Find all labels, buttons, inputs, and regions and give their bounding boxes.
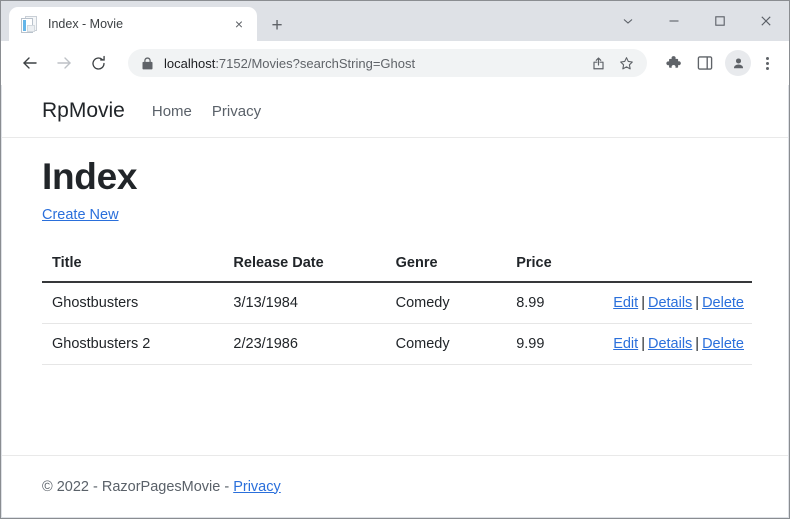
cell-actions: Edit | Details | Delete <box>603 323 752 365</box>
minimize-icon[interactable] <box>651 4 697 38</box>
cell-title: Ghostbusters <box>42 282 224 324</box>
close-icon[interactable]: × <box>229 14 249 34</box>
nav-link-home[interactable]: Home <box>152 103 192 120</box>
table-row: Ghostbusters 3/13/1984 Comedy 8.99 Edit |… <box>42 282 752 324</box>
details-link[interactable]: Details <box>648 336 692 352</box>
table-body: Ghostbusters 3/13/1984 Comedy 8.99 Edit |… <box>42 282 752 365</box>
cell-genre: Comedy <box>385 282 507 324</box>
cell-title: Ghostbusters 2 <box>42 323 224 365</box>
reload-icon[interactable] <box>84 49 112 77</box>
footer-privacy-link[interactable]: Privacy <box>233 479 281 495</box>
forward-arrow-icon[interactable] <box>50 49 78 77</box>
create-new-link[interactable]: Create New <box>42 207 119 223</box>
url-path: :7152/Movies?searchString=Ghost <box>215 55 416 71</box>
movies-table: Title Release Date Genre Price Ghostbust… <box>42 249 752 365</box>
puzzle-piece-icon[interactable] <box>659 49 687 77</box>
column-header-title: Title <box>42 249 224 283</box>
cell-release-date: 3/13/1984 <box>223 282 386 324</box>
new-tab-button[interactable]: + <box>266 14 288 36</box>
cell-genre: Comedy <box>385 323 507 365</box>
url-host: localhost <box>164 55 216 71</box>
table-row: Ghostbusters 2 2/23/1986 Comedy 9.99 Edi… <box>42 323 752 365</box>
edit-link[interactable]: Edit <box>613 336 638 352</box>
action-separator: | <box>695 336 700 352</box>
tab-title: Index - Movie <box>48 17 124 31</box>
address-bar-text: localhost:7152/Movies?searchString=Ghost <box>164 56 583 71</box>
omnibox-actions <box>583 50 639 76</box>
window-controls <box>605 1 789 41</box>
column-header-release-date: Release Date <box>223 249 386 283</box>
table-head: Title Release Date Genre Price <box>42 249 752 283</box>
site-brand[interactable]: RpMovie <box>42 99 125 123</box>
action-separator: | <box>641 336 645 352</box>
lock-icon <box>140 56 154 70</box>
column-header-actions <box>603 249 752 283</box>
page-content: Index Create New Title Release Date Genr… <box>2 138 788 365</box>
action-separator: | <box>641 295 645 311</box>
cell-price: 9.99 <box>506 323 604 365</box>
cell-actions: Edit | Details | Delete <box>603 282 752 324</box>
document-icon <box>21 15 38 33</box>
column-header-price: Price <box>506 249 604 283</box>
column-header-genre: Genre <box>385 249 507 283</box>
side-panel-icon[interactable] <box>691 49 719 77</box>
browser-window: Index - Movie × + localhost:7152/Movies?… <box>0 0 790 519</box>
cell-price: 8.99 <box>506 282 604 324</box>
maximize-icon[interactable] <box>697 4 743 38</box>
delete-link[interactable]: Delete <box>702 295 744 311</box>
delete-link[interactable]: Delete <box>702 336 744 352</box>
cell-release-date: 2/23/1986 <box>223 323 386 365</box>
share-icon[interactable] <box>585 50 611 76</box>
star-icon[interactable] <box>613 50 639 76</box>
tab-strip: Index - Movie × + <box>1 1 789 41</box>
three-dot-menu-icon[interactable] <box>755 49 779 77</box>
details-link[interactable]: Details <box>648 295 692 311</box>
footer-copyright: © 2022 - RazorPagesMovie - <box>42 478 230 495</box>
avatar-icon[interactable] <box>725 50 751 76</box>
browser-tab-active[interactable]: Index - Movie × <box>9 7 257 41</box>
chevron-down-icon[interactable] <box>605 4 651 38</box>
address-bar[interactable]: localhost:7152/Movies?searchString=Ghost <box>128 49 647 77</box>
edit-link[interactable]: Edit <box>613 295 638 311</box>
table-header-row: Title Release Date Genre Price <box>42 249 752 283</box>
page-title: Index <box>42 156 138 197</box>
back-arrow-icon[interactable] <box>16 49 44 77</box>
action-separator: | <box>695 295 700 311</box>
close-icon[interactable] <box>743 4 789 38</box>
site-navbar: RpMovie Home Privacy <box>2 85 788 138</box>
page-viewport: RpMovie Home Privacy Index Create New Ti… <box>2 85 788 517</box>
site-footer: © 2022 - RazorPagesMovie - Privacy <box>2 455 788 517</box>
browser-toolbar: localhost:7152/Movies?searchString=Ghost <box>1 41 789 85</box>
nav-link-privacy[interactable]: Privacy <box>212 103 261 120</box>
